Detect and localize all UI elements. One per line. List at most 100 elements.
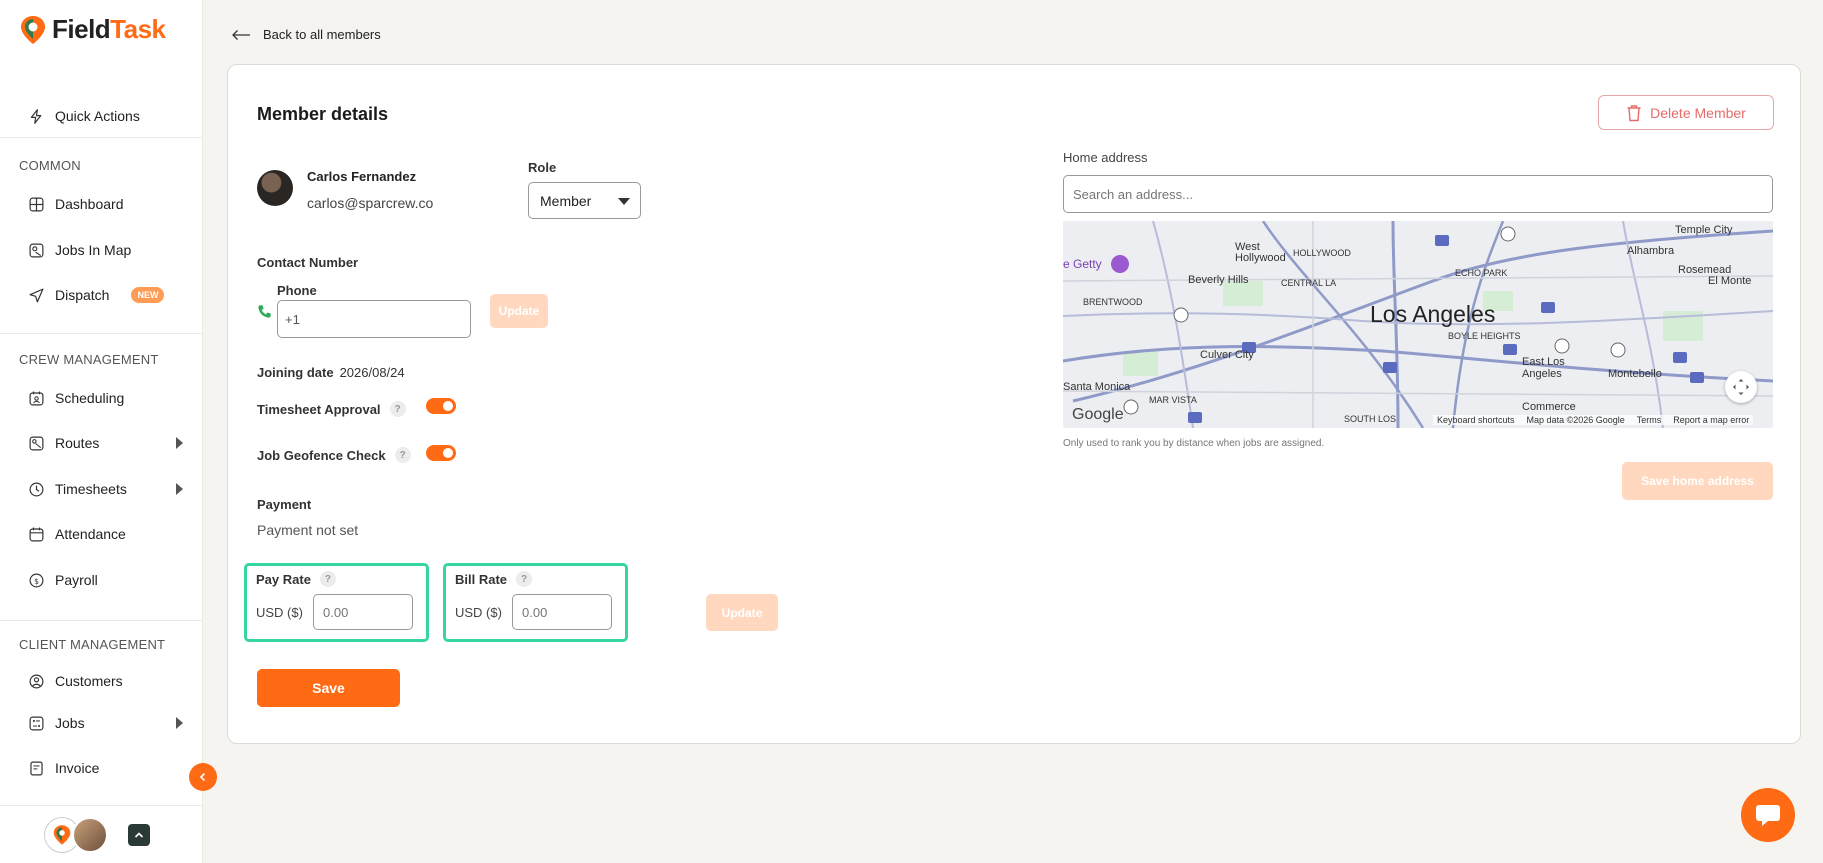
keyboard-shortcuts-link[interactable]: Keyboard shortcuts [1437, 415, 1515, 425]
chevron-left-icon [199, 772, 206, 782]
bill-rate-input[interactable] [512, 594, 612, 630]
sidebar-item-invoice[interactable]: Invoice [28, 755, 183, 781]
timesheet-approval-label: Timesheet Approval [257, 401, 381, 417]
chat-button[interactable] [1741, 788, 1795, 842]
member-email: carlos@sparcrew.co [307, 195, 434, 211]
sidebar-item-label: Jobs [55, 715, 85, 731]
new-badge: NEW [131, 287, 165, 303]
member-details-card: Member details Delete Member Carlos Fern… [227, 64, 1801, 744]
home-address-input[interactable] [1063, 175, 1773, 213]
map[interactable]: Los Angeles Temple City West Hollywood H… [1063, 221, 1773, 428]
delete-member-button[interactable]: Delete Member [1598, 95, 1774, 130]
map-place: ECHO PARK [1455, 268, 1508, 278]
report-map-error-link[interactable]: Report a map error [1673, 415, 1749, 425]
sidebar-item-label: Timesheets [55, 481, 127, 497]
joining-date-row: Joining date 2026/08/24 [257, 365, 405, 380]
map-place: BRENTWOOD [1083, 297, 1143, 307]
logo[interactable]: FieldTask [20, 14, 166, 45]
section-client: CLIENT MANAGEMENT [19, 637, 166, 652]
save-button[interactable]: Save [257, 669, 400, 707]
user-avatar [72, 817, 108, 853]
pin-logo-icon [21, 15, 45, 44]
job-geofence-label: Job Geofence Check [257, 447, 386, 463]
lightning-icon [30, 108, 42, 124]
dropdown-triangle-icon [618, 198, 630, 205]
map-place: SOUTH LOS [1344, 414, 1397, 424]
phone-input[interactable] [277, 300, 471, 338]
invoice-icon [30, 761, 43, 775]
fullscreen-button[interactable] [1725, 371, 1757, 403]
sidebar-item-label: Customers [55, 673, 123, 689]
map-place: El Monte [1708, 275, 1752, 287]
back-to-members-link[interactable]: Back to all members [231, 27, 381, 42]
terms-link[interactable]: Terms [1637, 415, 1662, 425]
sidebar-item-label: Jobs In Map [55, 242, 132, 258]
sidebar-item-quick-actions[interactable]: Quick Actions [28, 103, 183, 129]
calendar-user-icon [29, 391, 44, 405]
role-select[interactable]: Member [528, 182, 641, 219]
sidebar: FieldTask Quick Actions COMMON Dashboard… [0, 0, 203, 863]
help-icon[interactable]: ? [516, 571, 533, 587]
sidebar-item-jobs-in-map[interactable]: Jobs In Map [28, 237, 183, 263]
role-label: Role [528, 160, 557, 175]
sidebar-item-dashboard[interactable]: Dashboard [28, 191, 183, 217]
sidebar-item-jobs[interactable]: Jobs [28, 710, 183, 736]
map-place: Commerce [1522, 401, 1576, 413]
account-switcher[interactable] [44, 817, 108, 853]
google-logo: Google [1072, 406, 1124, 423]
payment-label: Payment [257, 497, 312, 512]
sidebar-item-payroll[interactable]: $ Payroll [28, 567, 183, 593]
expand-icon [1733, 379, 1749, 395]
sidebar-item-routes[interactable]: Routes [28, 430, 183, 456]
map-place: Montebello [1608, 368, 1662, 380]
phone-label: Phone [277, 283, 317, 298]
map-city-label: Los Angeles [1370, 301, 1496, 327]
save-home-address-button[interactable]: Save home address [1622, 462, 1773, 500]
sidebar-item-timesheets[interactable]: Timesheets [28, 476, 183, 502]
update-phone-button[interactable]: Update [490, 294, 548, 328]
map-place: East Los Angeles [1522, 356, 1565, 380]
user-circle-icon [29, 674, 44, 688]
role-value: Member [540, 192, 592, 209]
map-place: Santa Monica [1063, 381, 1131, 393]
joining-date-value: 2026/08/24 [339, 365, 405, 380]
pay-rate-input[interactable] [313, 594, 413, 630]
clock-icon [29, 482, 44, 496]
caret-right-icon [176, 437, 183, 449]
map-place: e Getty [1063, 257, 1102, 271]
joining-date-label: Joining date [257, 365, 334, 380]
timesheet-approval-toggle[interactable] [426, 398, 456, 414]
update-payment-button[interactable]: Update [706, 594, 778, 631]
help-icon[interactable]: ? [389, 401, 406, 417]
collapse-sidebar-button[interactable] [189, 763, 217, 791]
job-geofence-row: Job Geofence Check ? [257, 447, 411, 463]
caret-right-icon [176, 717, 183, 729]
sidebar-item-label: Dispatch [55, 287, 110, 303]
map-place: CENTRAL LA [1281, 278, 1337, 288]
sidebar-item-label: Dashboard [55, 196, 124, 212]
job-geofence-toggle[interactable] [426, 445, 456, 461]
map-place: West Hollywood [1235, 241, 1286, 264]
map-place: Alhambra [1627, 245, 1675, 257]
pay-rate-currency: USD ($) [256, 605, 303, 620]
help-icon[interactable]: ? [394, 447, 411, 463]
sidebar-item-dispatch[interactable]: Dispatch NEW [28, 282, 183, 308]
expand-account-button[interactable] [128, 824, 150, 846]
divider [0, 620, 203, 621]
org-logo-icon [53, 825, 71, 845]
pay-rate-box: Pay Rate? USD ($) [244, 563, 429, 642]
map-place: Culver City [1200, 349, 1254, 361]
back-link-label: Back to all members [263, 27, 381, 42]
map-footer: Keyboard shortcuts Map data ©2026 Google… [1433, 415, 1754, 425]
route-icon [29, 436, 44, 450]
dashboard-icon [29, 197, 44, 211]
sidebar-item-scheduling[interactable]: Scheduling [28, 385, 183, 411]
payroll-icon: $ [29, 573, 44, 587]
timesheet-approval-row: Timesheet Approval ? [257, 401, 406, 417]
sidebar-item-attendance[interactable]: Attendance [28, 521, 183, 547]
page-title: Member details [257, 104, 389, 124]
arrow-left-icon [232, 29, 250, 40]
help-icon[interactable]: ? [319, 571, 336, 587]
sidebar-item-customers[interactable]: Customers [28, 668, 183, 694]
member-avatar [257, 170, 293, 206]
